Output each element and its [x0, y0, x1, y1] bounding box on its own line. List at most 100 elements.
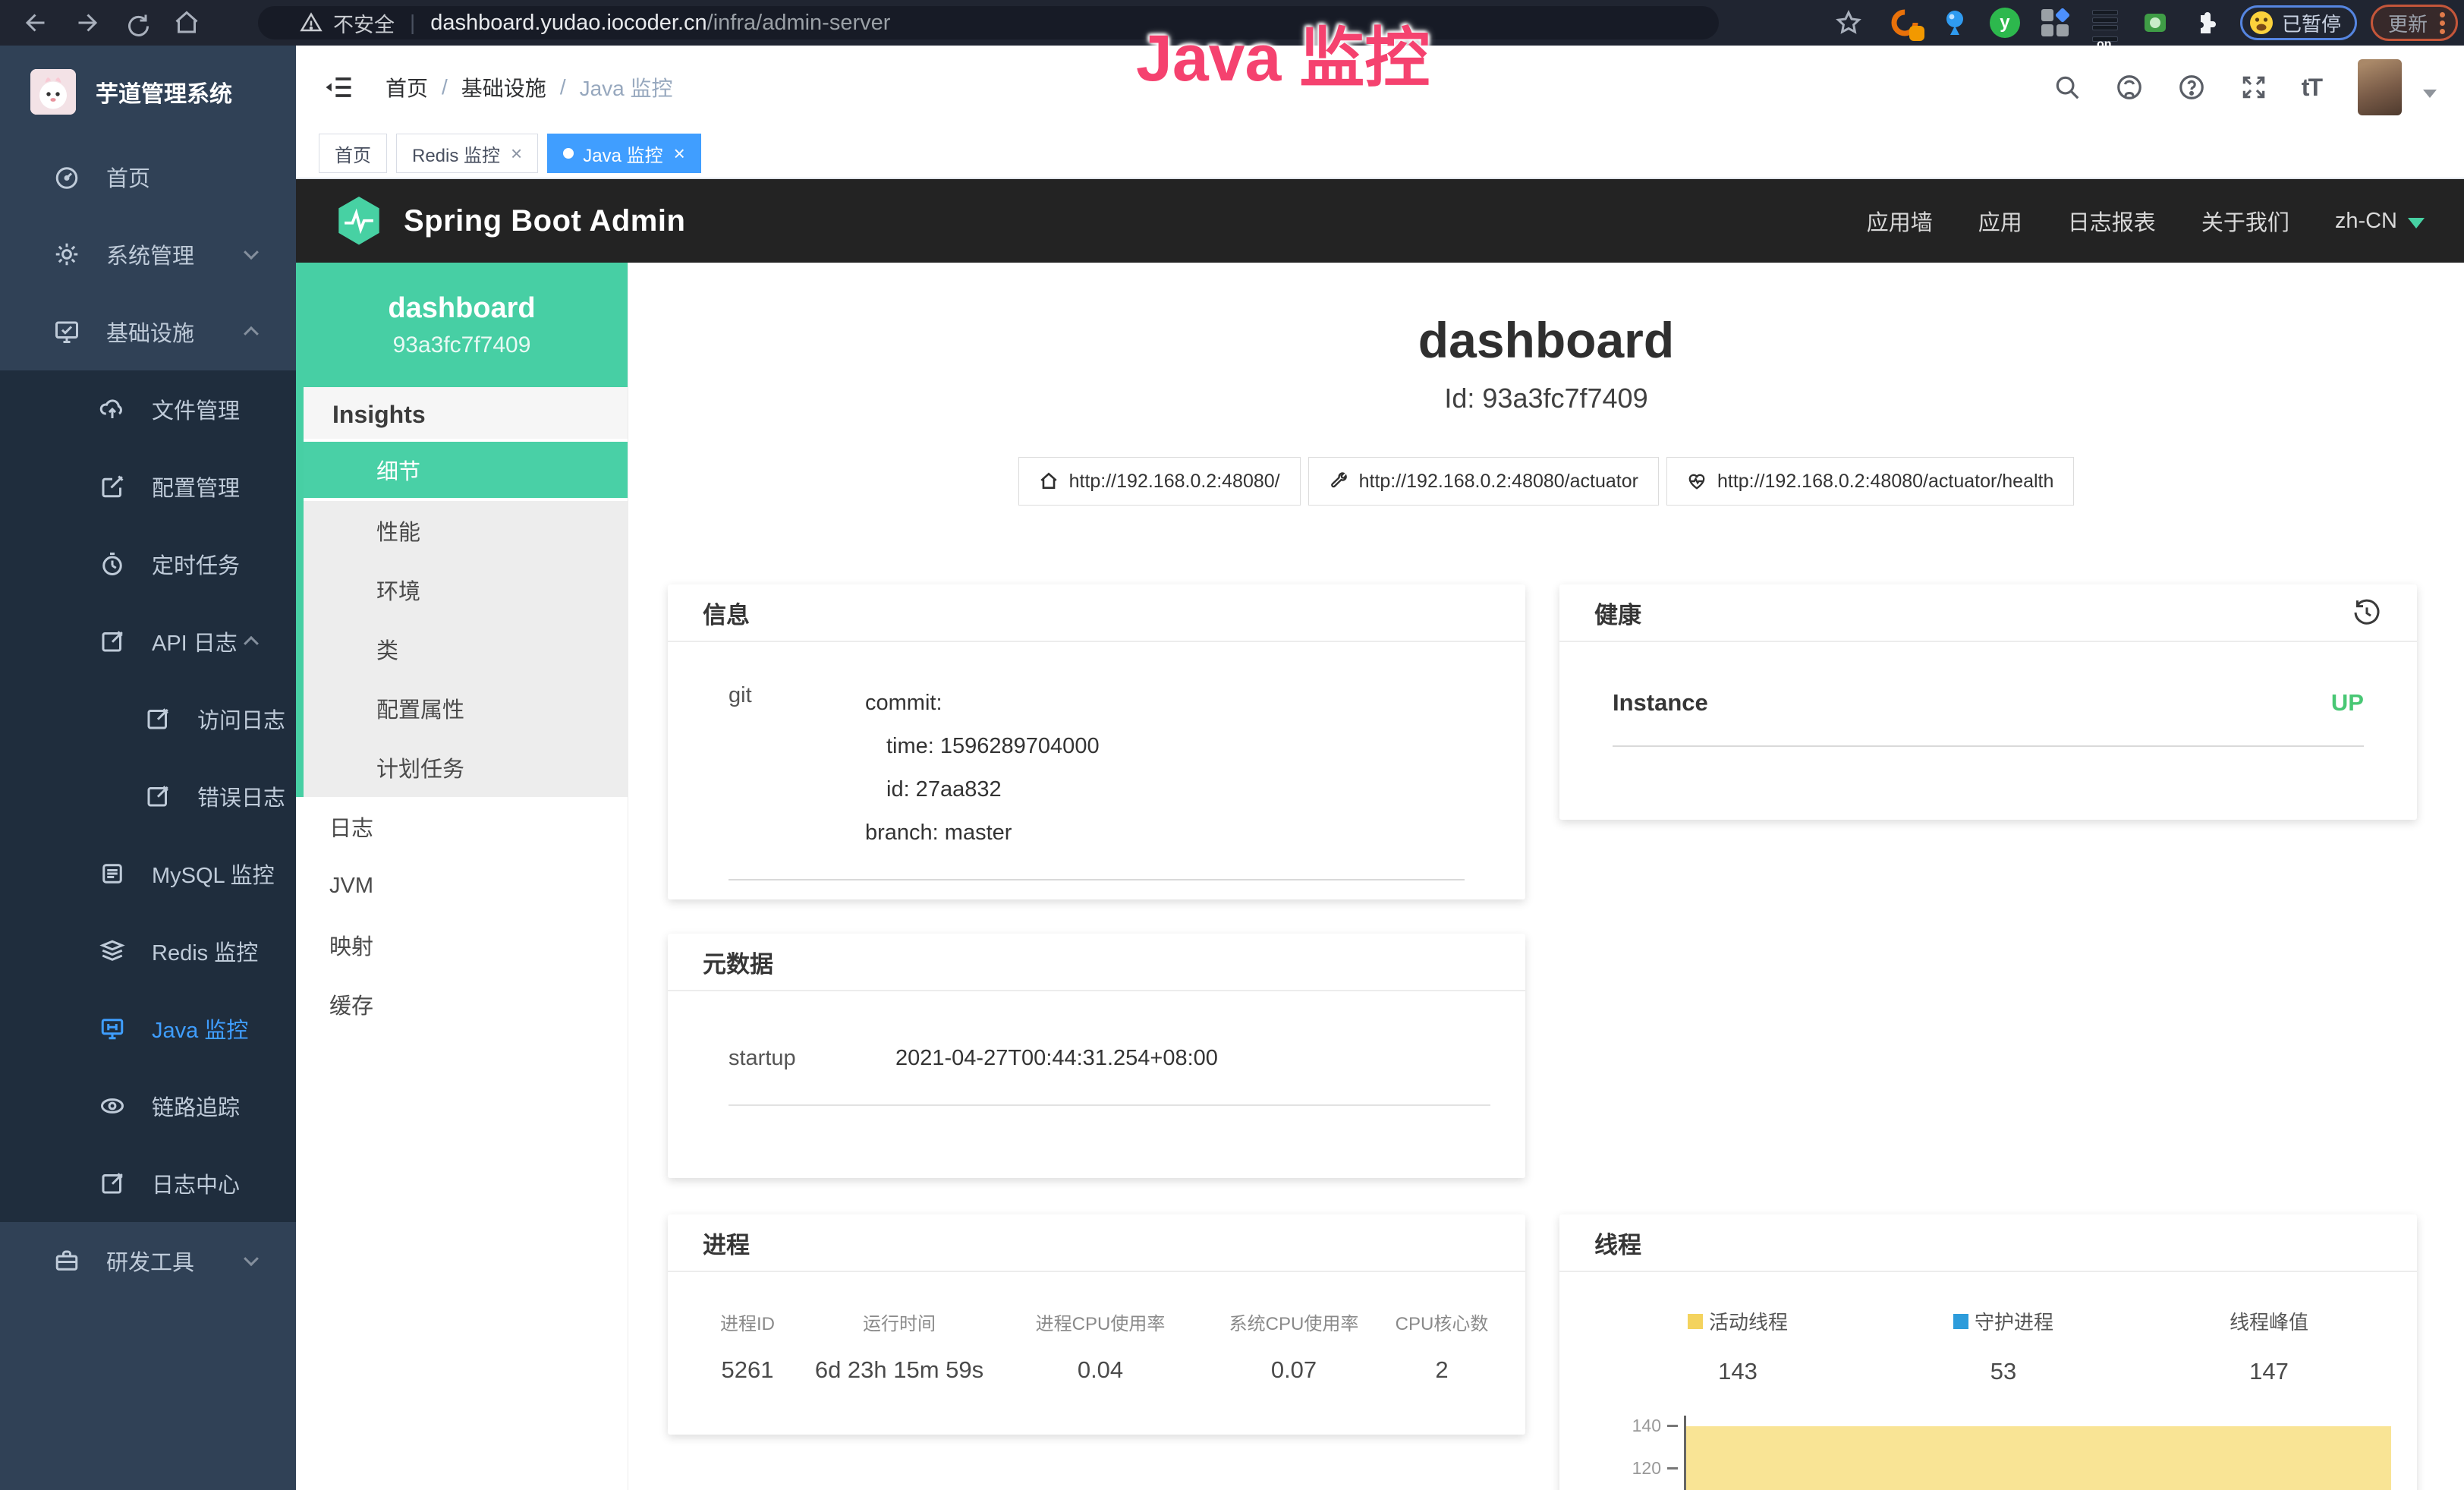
sidebar-item-dev-tools[interactable]: 研发工具	[0, 1222, 296, 1299]
extension-colorful-icon[interactable]	[1890, 8, 1920, 38]
nav-item-details[interactable]: 细节	[304, 442, 628, 501]
close-icon[interactable]: ×	[511, 142, 522, 165]
avatar-caret-icon[interactable]	[2423, 90, 2437, 98]
nav-item-jvm[interactable]: JVM	[296, 856, 628, 915]
sba-brand[interactable]: Spring Boot Admin	[404, 204, 685, 238]
log-icon	[144, 705, 172, 732]
nav-item-environment[interactable]: 环境	[304, 560, 628, 619]
divider	[729, 879, 1465, 880]
java-monitor-icon	[99, 1015, 126, 1042]
daemon-threads-value: 53	[1871, 1358, 2136, 1385]
fullscreen-icon[interactable]	[2239, 73, 2268, 102]
sidebar-item-system[interactable]: 系统管理	[0, 216, 296, 293]
extension-green-icon[interactable]	[2140, 8, 2170, 38]
monitor-check-icon	[53, 318, 80, 345]
sidebar-item-log-center[interactable]: 日志中心	[0, 1145, 296, 1222]
chevron-up-icon	[244, 636, 259, 651]
service-url-button[interactable]: http://192.168.0.2:48080/	[1018, 457, 1301, 506]
nav-item-caches[interactable]: 缓存	[296, 975, 628, 1034]
layers-icon	[99, 937, 126, 965]
extensions-puzzle-icon[interactable]	[2190, 8, 2220, 38]
extension-pin-icon[interactable]	[1940, 8, 1970, 38]
tab-redis-monitor[interactable]: Redis 监控×	[396, 134, 538, 173]
sidebar-item-tracing[interactable]: 链路追踪	[0, 1067, 296, 1145]
page-url[interactable]: dashboard.yudao.iocoder.cn/infra/admin-s…	[430, 11, 890, 36]
sba-navbar: Spring Boot Admin 应用墙 应用 日志报表 关于我们 zh-CN	[296, 179, 2464, 263]
chart-plot-area	[1684, 1416, 2399, 1490]
browser-menu-icon[interactable]	[2440, 9, 2445, 37]
sba-nav-journal[interactable]: 日志报表	[2068, 205, 2156, 237]
sidebar-item-redis-monitor[interactable]: Redis 监控	[0, 912, 296, 990]
help-icon[interactable]	[2177, 73, 2206, 102]
actuator-url-button[interactable]: http://192.168.0.2:48080/actuator	[1308, 457, 1659, 506]
main-column: 首页 / 基础设施 / Java 监控 tT 首页 Redis 监控× Java…	[296, 46, 2464, 1490]
extension-grid-icon[interactable]	[2040, 8, 2070, 38]
breadcrumb: 首页 / 基础设施 / Java 监控	[385, 72, 673, 102]
live-threads-area	[1686, 1426, 2391, 1490]
back-icon[interactable]	[23, 9, 50, 36]
address-bar[interactable]: 不安全 | dashboard.yudao.iocoder.cn/infra/a…	[258, 6, 1719, 39]
health-url-button[interactable]: http://192.168.0.2:48080/actuator/health	[1666, 457, 2074, 506]
extension-list-icon[interactable]: on	[2090, 8, 2120, 38]
bookmark-star-icon[interactable]	[1835, 9, 1862, 36]
spring-boot-admin-logo	[335, 195, 382, 247]
github-icon[interactable]	[2115, 73, 2144, 102]
nav-item-classes[interactable]: 类	[304, 619, 628, 679]
gear-icon	[53, 241, 80, 268]
sba-nav-applications[interactable]: 应用	[1978, 205, 2022, 237]
sidebar-item-api-log[interactable]: API 日志	[0, 603, 296, 680]
nav-item-config-props[interactable]: 配置属性	[304, 679, 628, 738]
chevron-down-icon	[244, 244, 259, 260]
app-logo-row[interactable]: 芋道管理系统	[0, 46, 296, 138]
reload-icon[interactable]	[123, 9, 150, 36]
tab-home[interactable]: 首页	[319, 134, 387, 173]
history-icon[interactable]	[2352, 597, 2382, 628]
sidebar-item-java-monitor[interactable]: Java 监控	[0, 990, 296, 1067]
nav-item-metrics[interactable]: 性能	[304, 501, 628, 560]
nav-item-logs[interactable]: 日志	[296, 797, 628, 856]
health-row[interactable]: Instance UP	[1613, 689, 2364, 717]
paused-extension-pill[interactable]: 已暂停	[2240, 5, 2357, 40]
user-avatar[interactable]	[2358, 59, 2402, 115]
update-button[interactable]: 更新	[2371, 5, 2458, 41]
security-label: 不安全	[333, 8, 395, 38]
breadcrumb-infra[interactable]: 基础设施	[461, 72, 546, 102]
close-icon[interactable]: ×	[674, 142, 685, 165]
page-title: dashboard	[628, 311, 2464, 369]
caret-down-icon	[2408, 218, 2425, 228]
extension-y-icon[interactable]: y	[1990, 8, 2020, 38]
search-icon[interactable]	[2053, 73, 2082, 102]
sidebar-item-mysql-monitor[interactable]: MySQL 监控	[0, 835, 296, 912]
sidebar-item-file-manage[interactable]: 文件管理	[0, 370, 296, 448]
nav-item-mappings[interactable]: 映射	[296, 915, 628, 975]
cloud-upload-icon	[99, 395, 126, 423]
sidebar-item-home[interactable]: 首页	[0, 138, 296, 216]
nav-item-scheduled-tasks[interactable]: 计划任务	[304, 738, 628, 797]
sidebar-item-config-manage[interactable]: 配置管理	[0, 448, 296, 525]
process-card-title: 进程	[668, 1214, 1525, 1272]
sba-nav-wallboard[interactable]: 应用墙	[1867, 205, 1933, 237]
breadcrumb-home[interactable]: 首页	[385, 72, 428, 102]
sba-nav-about[interactable]: 关于我们	[2201, 205, 2289, 237]
font-size-icon[interactable]: tT	[2302, 74, 2321, 102]
extension-badge	[1909, 26, 1924, 41]
browser-actions: y on 已暂停 更新	[1835, 0, 2464, 46]
sidebar-item-error-log[interactable]: 错误日志	[0, 758, 296, 835]
tab-java-monitor[interactable]: Java 监控×	[547, 134, 701, 173]
forward-icon[interactable]	[73, 9, 100, 36]
sidebar-item-access-log[interactable]: 访问日志	[0, 680, 296, 758]
page: 不安全 | dashboard.yudao.iocoder.cn/infra/a…	[0, 0, 2464, 1490]
legend-swatch-live	[1688, 1314, 1703, 1329]
sba-content: dashboard 93a3fc7f7409 Insights 细节 性能 环境…	[296, 263, 2464, 1490]
sidebar-fold-icon[interactable]	[322, 71, 355, 104]
metadata-card: 元数据 startup 2021-04-27T00:44:31.254+08:0…	[668, 934, 1525, 1178]
home-nav-icon[interactable]	[173, 9, 200, 36]
locale-select[interactable]: zh-CN	[2335, 209, 2425, 234]
annotation-text: Java 监控	[1136, 5, 1430, 99]
git-info: commit: time: 1596289704000 id: 27aa832 …	[865, 682, 1100, 855]
info-card-title: 信息	[668, 584, 1525, 642]
sidebar-item-infra[interactable]: 基础设施	[0, 293, 296, 370]
instance-header[interactable]: dashboard 93a3fc7f7409	[296, 263, 628, 387]
live-threads-value: 143	[1605, 1358, 1871, 1385]
sidebar-item-scheduled-jobs[interactable]: 定时任务	[0, 525, 296, 603]
